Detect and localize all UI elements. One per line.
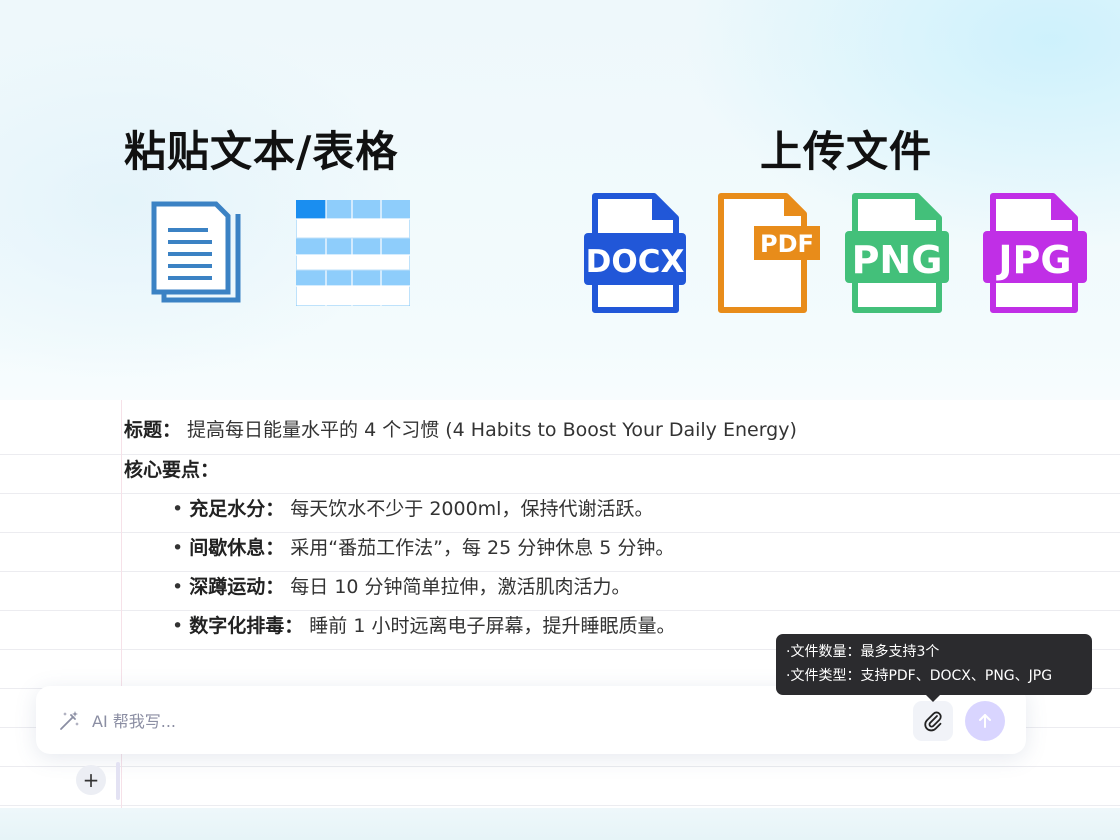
add-block-button[interactable]: + [76,765,106,795]
send-button[interactable] [965,701,1005,741]
list-item: • 深蹲运动： 每日 10 分钟简单拉伸，激活肌肉活力。 [172,572,631,599]
footer-band [0,808,1120,840]
tooltip-file-types: ·文件类型：支持PDF、DOCX、PNG、JPG [786,668,1053,684]
core-points-label: 核心要点： [124,459,220,481]
bullet-dot: • [172,537,184,559]
bullet-text: 每日 10 分钟简单拉伸，激活肌肉活力。 [284,576,631,598]
magic-wand-icon [60,711,79,730]
document-copy-icon [151,201,241,303]
png-file-icon: PNG [845,193,949,313]
attach-tooltip: ·文件数量：最多支持3个 ·文件类型：支持PDF、DOCX、PNG、JPG [776,634,1092,695]
jpg-badge-label: JPG [995,238,1071,282]
core-points-heading: 核心要点： [124,455,219,482]
list-item: • 数字化排毒： 睡前 1 小时远离电子屏幕，提升睡眠质量。 [172,611,675,638]
tooltip-file-count: ·文件数量：最多支持3个 [786,644,940,660]
bullet-text: 采用“番茄工作法”，每 25 分钟休息 5 分钟。 [284,537,675,559]
pdf-badge-label: PDF [760,230,814,258]
list-item: • 间歇休息： 采用“番茄工作法”，每 25 分钟休息 5 分钟。 [172,533,674,560]
table-icon [296,200,410,306]
bullet-dot: • [172,615,184,637]
paste-section-title: 粘贴文本/表格 [124,127,399,176]
ai-prompt-input[interactable] [90,706,894,736]
doc-title-line: 标题： 提高每日能量水平的 4 个习惯 (4 Habits to Boost Y… [124,415,797,442]
arrow-up-icon [979,714,991,728]
bullet-dot: • [172,498,184,520]
png-badge-label: PNG [852,238,943,282]
pdf-file-icon: PDF [718,193,820,313]
docx-badge-label: DOCX [586,244,685,280]
docx-file-icon: DOCX [584,193,686,313]
block-drag-handle[interactable] [116,762,120,800]
doc-title-label: 标题： [124,419,182,441]
bullet-text: 睡前 1 小时远离电子屏幕，提升睡眠质量。 [303,615,676,637]
ai-prompt-bar [36,686,1026,754]
upload-section-title: 上传文件 [760,127,933,176]
list-item: • 充足水分： 每天饮水不少于 2000ml，保持代谢活跃。 [172,494,653,521]
doc-title-text: 提高每日能量水平的 4 个习惯 (4 Habits to Boost Your … [181,419,797,441]
bullet-label: 数字化排毒： [189,615,304,637]
bullet-label: 充足水分： [189,498,285,520]
paperclip-icon [924,711,942,732]
bullet-label: 间歇休息： [189,537,285,559]
bullet-dot: • [172,576,184,598]
tooltip-arrow [926,695,940,702]
bullet-label: 深蹲运动： [189,576,285,598]
bullet-text: 每天饮水不少于 2000ml，保持代谢活跃。 [284,498,654,520]
attach-file-button[interactable] [913,701,953,741]
jpg-file-icon: JPG [983,193,1087,313]
